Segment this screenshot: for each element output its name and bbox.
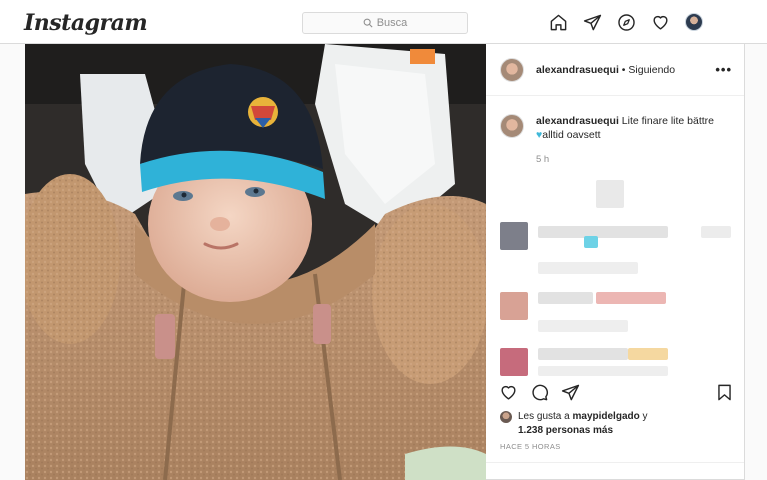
likes-count[interactable]: 1.238 personas más [518,425,613,436]
caption-time[interactable]: 5 h [536,154,549,165]
post-photo[interactable] [25,44,486,480]
nav-icons [548,12,704,32]
top-navigation-bar: Instagram Busca [0,0,767,44]
instagram-logo[interactable]: Instagram [24,10,148,36]
more-options-icon[interactable]: ••• [715,62,732,77]
caption: alexandrasuequi Lite finare lite bättre … [500,114,732,142]
post-header: alexandrasuequi • Siguiendo ••• [486,44,744,96]
search-placeholder: Busca [376,17,408,29]
likes-suffix: y [639,411,648,422]
caption-text-2: alltid oavsett [542,129,601,141]
save-bookmark-icon[interactable] [714,382,734,402]
search-input[interactable]: Busca [302,12,468,34]
comment-icon[interactable] [529,382,549,402]
right-gutter [745,44,767,480]
caption-avatar[interactable] [500,114,524,138]
home-icon[interactable] [548,12,568,32]
follow-status[interactable]: • Siguiendo [622,64,675,76]
explore-icon[interactable] [616,12,636,32]
like-heart-icon[interactable] [498,382,518,402]
caption-username[interactable]: alexandrasuequi [536,115,619,127]
profile-avatar[interactable] [684,12,704,32]
author-line: alexandrasuequi • Siguiendo [536,64,675,76]
post-sidebar: alexandrasuequi • Siguiendo ••• alexandr… [486,44,745,480]
post-actions [498,382,734,402]
add-comment-area[interactable] [486,462,744,480]
direct-icon[interactable] [582,12,602,32]
likes-prefix: Les gusta a [518,411,573,422]
author-username[interactable]: alexandrasuequi [536,64,619,76]
search-icon [363,18,373,28]
caption-text: Lite finare lite bättre [621,115,715,127]
baby-photo-illustration [25,44,486,480]
activity-heart-icon[interactable] [650,12,670,32]
liker-avatar[interactable] [500,411,512,423]
likes-user[interactable]: maypidelgado [572,411,639,422]
author-avatar[interactable] [500,57,524,82]
post-timestamp[interactable]: HACE 5 HORAS [500,442,561,451]
share-icon[interactable] [560,382,580,402]
likes-summary: Les gusta a maypidelgado y 1.238 persona… [500,410,648,438]
